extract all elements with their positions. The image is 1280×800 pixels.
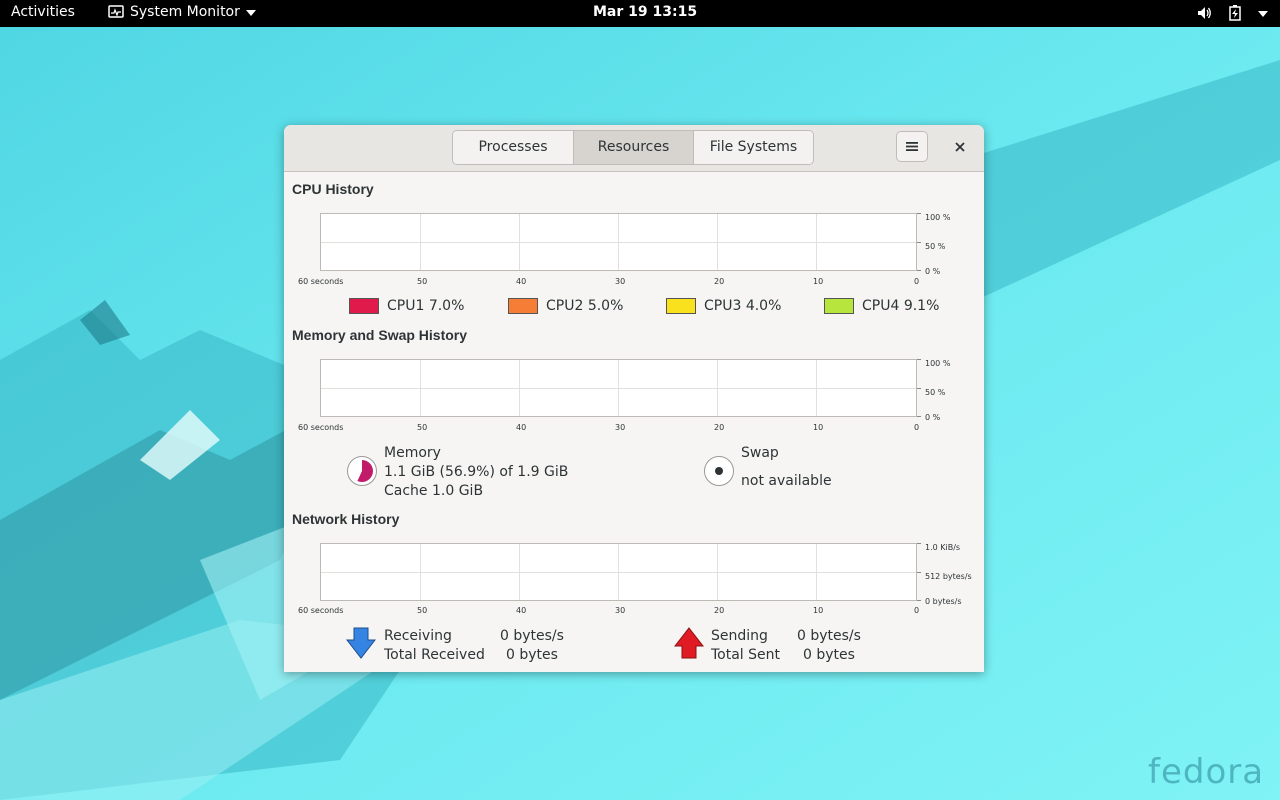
sending-value: 0 bytes/s <box>797 628 861 644</box>
volume-icon <box>1198 6 1211 19</box>
total-sent-value: 0 bytes <box>803 647 855 663</box>
header-bar: Processes Resources File Systems <box>284 125 984 172</box>
network-x-labels: 60 seconds 50 40 30 20 10 0 <box>298 606 920 615</box>
main-menu-button[interactable] <box>896 131 928 162</box>
memory-label: Memory <box>384 445 441 461</box>
sending-color-button[interactable] <box>674 627 704 659</box>
receiving-value: 0 bytes/s <box>500 628 564 644</box>
cpu-history-title: CPU History <box>292 181 374 197</box>
system-menu-caret-icon <box>1258 10 1268 17</box>
total-received-value: 0 bytes <box>506 647 558 663</box>
hamburger-icon <box>906 142 918 151</box>
cpu3-color-button[interactable] <box>666 298 696 314</box>
network-history-graph <box>320 543 917 601</box>
cpu3-legend: CPU3 4.0% <box>666 298 781 314</box>
memory-history-graph <box>320 359 917 417</box>
top-bar: Activities System Monitor Mar 19 13:15 <box>0 0 1280 27</box>
close-icon <box>955 142 965 152</box>
app-menu-label: System Monitor <box>130 4 240 20</box>
memory-x-labels: 60 seconds 50 40 30 20 10 0 <box>298 423 920 432</box>
cpu-history-graph <box>320 213 917 271</box>
cpu1-color-button[interactable] <box>349 298 379 314</box>
system-tray[interactable] <box>1196 4 1268 21</box>
battery-icon <box>1229 5 1241 21</box>
app-menu-button[interactable]: System Monitor <box>108 4 256 20</box>
network-history-title: Network History <box>292 511 400 527</box>
cpu4-color-button[interactable] <box>824 298 854 314</box>
clock[interactable]: Mar 19 13:15 <box>593 4 697 20</box>
tab-resources[interactable]: Resources <box>573 131 693 164</box>
tab-file-systems[interactable]: File Systems <box>693 131 813 164</box>
memory-pie-button[interactable] <box>346 455 378 487</box>
fedora-logo: fedora <box>1148 752 1265 792</box>
memory-history-title: Memory and Swap History <box>292 327 468 343</box>
activities-button[interactable]: Activities <box>11 4 75 20</box>
system-monitor-icon <box>108 5 124 18</box>
system-monitor-window: Processes Resources File Systems CPU His… <box>284 125 984 672</box>
view-switcher: Processes Resources File Systems <box>452 130 814 165</box>
swap-status: not available <box>741 473 832 489</box>
cpu-x-labels: 60 seconds 50 40 30 20 10 0 <box>298 277 920 286</box>
cpu1-legend: CPU1 7.0% <box>349 298 464 314</box>
swap-pie-button[interactable] <box>703 455 735 487</box>
swap-label: Swap <box>741 445 779 461</box>
memory-cache: Cache 1.0 GiB <box>384 483 484 499</box>
receiving-label: Receiving <box>384 628 452 644</box>
cpu2-color-button[interactable] <box>508 298 538 314</box>
chevron-down-icon <box>245 10 256 16</box>
tab-processes[interactable]: Processes <box>453 131 573 164</box>
close-button[interactable] <box>947 134 973 160</box>
sending-label: Sending <box>711 628 768 644</box>
memory-usage: 1.1 GiB (56.9%) of 1.9 GiB <box>384 464 569 480</box>
cpu4-legend: CPU4 9.1% <box>824 298 939 314</box>
cpu2-legend: CPU2 5.0% <box>508 298 623 314</box>
total-sent-label: Total Sent <box>711 647 781 663</box>
receiving-color-button[interactable] <box>346 627 376 659</box>
total-received-label: Total Received <box>384 647 485 663</box>
